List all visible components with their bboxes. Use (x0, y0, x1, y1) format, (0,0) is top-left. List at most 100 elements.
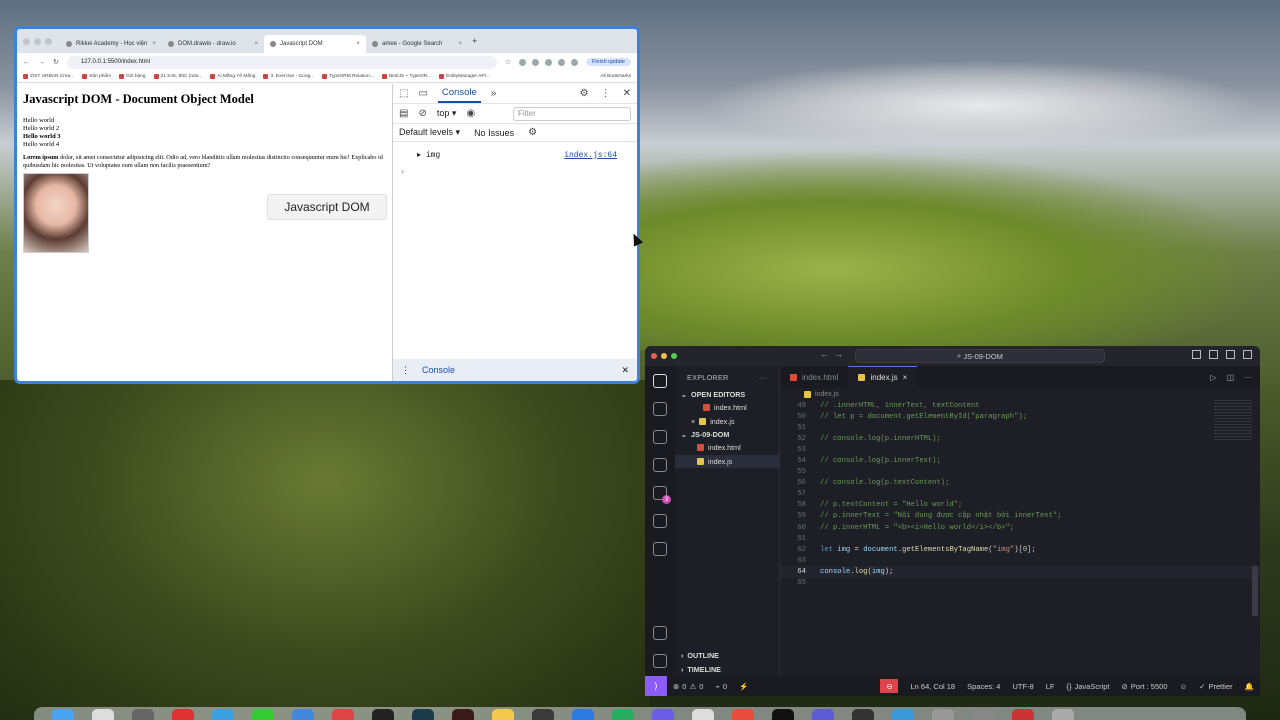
more-icon[interactable]: ··· (1244, 373, 1252, 382)
close-icon[interactable]: × (691, 417, 695, 426)
app-icon[interactable] (412, 709, 434, 720)
code-line[interactable]: 55 (780, 467, 1260, 478)
account-icon[interactable] (653, 626, 667, 640)
code-line[interactable]: 50 // let p = document.getElementById("pa… (780, 411, 1260, 422)
code-line[interactable]: 61 (780, 533, 1260, 544)
scrollbar[interactable] (1252, 566, 1258, 616)
source-control-icon[interactable] (653, 430, 667, 444)
sync-icon[interactable]: ⚡ (733, 682, 754, 691)
manage-gear-icon[interactable] (653, 654, 667, 668)
code-line[interactable]: 52 // console.log(p.innerHTML); (780, 433, 1260, 444)
split-editor-icon[interactable]: ◫ (1226, 373, 1234, 382)
app-icon[interactable] (1012, 709, 1034, 720)
layout-controls[interactable] (1192, 350, 1252, 359)
timeline-section[interactable]: › TIMELINE (675, 662, 779, 676)
close-icon[interactable]: ✕ (623, 88, 631, 99)
code-editor[interactable]: 49// .innerHTML, innerText, textContent 5… (780, 400, 1260, 589)
bookmark[interactable]: 3. Exercise - Goog... (263, 74, 314, 79)
forward-icon[interactable]: → (38, 59, 45, 66)
editor-tab-active[interactable]: index.js × (848, 366, 918, 388)
code-line[interactable]: 56 // console.log(p.textContent); (780, 478, 1260, 489)
app-icon[interactable] (372, 709, 394, 720)
file-tree-item-selected[interactable]: index.js (675, 454, 779, 468)
all-bookmarks[interactable]: All Bookmarks (600, 74, 631, 79)
notes-icon[interactable] (492, 709, 514, 720)
star-icon[interactable]: ☆ (505, 58, 511, 66)
app-icon[interactable] (452, 709, 474, 720)
calendar-icon[interactable] (172, 709, 194, 720)
ports-status[interactable]: ⌁ 0 (709, 682, 733, 691)
terminal-icon[interactable] (772, 709, 794, 720)
bookmark[interactable]: Ai Mắng Yể Mắng (210, 74, 255, 79)
kebab-menu-icon[interactable]: ⋮ (601, 88, 611, 99)
app-icon[interactable] (692, 709, 714, 720)
app-icon[interactable] (92, 709, 114, 720)
close-icon[interactable]: × (356, 41, 360, 47)
app-icon[interactable] (932, 709, 954, 720)
app-icon[interactable] (332, 709, 354, 720)
app-icon[interactable] (892, 709, 914, 720)
docker-icon[interactable] (653, 514, 667, 528)
zoom-icon[interactable]: ⊖ (880, 679, 899, 693)
editor-tab[interactable]: index.html (780, 366, 848, 388)
close-icon[interactable]: × (458, 41, 462, 47)
code-line[interactable]: 53 (780, 444, 1260, 455)
eye-icon[interactable]: ◉ (466, 108, 475, 119)
browser-tab[interactable]: DOM.drawio - draw.io × (162, 35, 264, 53)
filter-input[interactable]: Filter (513, 106, 631, 121)
app-icon[interactable] (532, 709, 554, 720)
default-levels-select[interactable]: Default levels ▾ (399, 127, 460, 138)
language-mode[interactable]: {} JavaScript (1060, 682, 1115, 691)
remote-icon[interactable]: ⟩ (645, 676, 667, 696)
code-line[interactable]: 64 console.log(img); (780, 566, 1260, 578)
code-line[interactable]: 54 // console.log(p.innerText); (780, 455, 1260, 466)
app-icon[interactable] (212, 709, 234, 720)
explorer-icon[interactable] (653, 374, 667, 388)
finder-icon[interactable] (52, 709, 74, 720)
run-icon[interactable]: ▷ (1210, 373, 1216, 382)
bookmark[interactable]: Sản phẩm (82, 74, 111, 79)
bookmark[interactable]: ZIST URBAN Crea... (23, 74, 74, 79)
device-toggle-icon[interactable]: ▭ (418, 88, 427, 99)
new-tab-button[interactable]: + (472, 36, 477, 46)
extensions-icon[interactable]: 3 (653, 486, 671, 504)
browser-tab-active[interactable]: Javascript DOM × (264, 35, 366, 53)
more-tabs-icon[interactable]: » (491, 88, 497, 99)
browser-tab[interactable]: amee - Google Search × (366, 35, 468, 53)
browser-tab[interactable]: Rikkei Academy - Học viện × (60, 35, 162, 53)
app-icon[interactable] (612, 709, 634, 720)
console-log-entry[interactable]: ▸ img index.js:64 (393, 146, 637, 164)
code-line[interactable]: 51 (780, 422, 1260, 433)
app-icon[interactable] (292, 709, 314, 720)
run-debug-icon[interactable] (653, 458, 667, 472)
encoding[interactable]: UTF-8 (1006, 682, 1039, 691)
issues-label[interactable]: No Issues (474, 128, 514, 138)
indentation[interactable]: Spaces: 4 (961, 682, 1006, 691)
messages-icon[interactable] (252, 709, 274, 720)
finish-update-button[interactable]: Finish update (585, 58, 631, 66)
end-of-line[interactable]: LF (1040, 682, 1061, 691)
code-line[interactable]: 58 // p.textContent = "Hello world"; (780, 500, 1260, 511)
nav-arrows[interactable]: ← → (820, 349, 843, 359)
close-icon[interactable]: × (254, 41, 258, 47)
open-editor-item[interactable]: index.html (675, 401, 779, 415)
app-icon[interactable] (132, 709, 154, 720)
close-icon[interactable]: × (903, 373, 908, 382)
code-line[interactable]: 63 (780, 555, 1260, 566)
command-search[interactable]: ⌕ JS-09-DOM (855, 349, 1105, 363)
copilot-icon[interactable]: ☺ (1174, 682, 1194, 691)
extension-icons[interactable] (518, 58, 578, 66)
vscode-icon[interactable] (572, 709, 594, 720)
code-line[interactable]: 49 // .innerHTML, innerText, textContent (780, 400, 1260, 411)
code-line[interactable]: 60 // p.innerHTML = "<b><i>Hello world</i… (780, 522, 1260, 533)
github-icon[interactable] (653, 542, 667, 556)
cursor-position[interactable]: Ln 64, Col 18 (904, 682, 961, 691)
code-line[interactable]: 65 (780, 578, 1260, 589)
clear-console-icon[interactable]: ⊘ (418, 108, 426, 119)
app-icon[interactable] (732, 709, 754, 720)
app-icon[interactable] (652, 709, 674, 720)
close-icon[interactable]: ✕ (621, 365, 629, 376)
problems-status[interactable]: ⊗ 0 ⚠ 0 (667, 682, 709, 691)
bookmark[interactable]: TypeORM Relation... (322, 74, 374, 79)
app-icon[interactable] (852, 709, 874, 720)
